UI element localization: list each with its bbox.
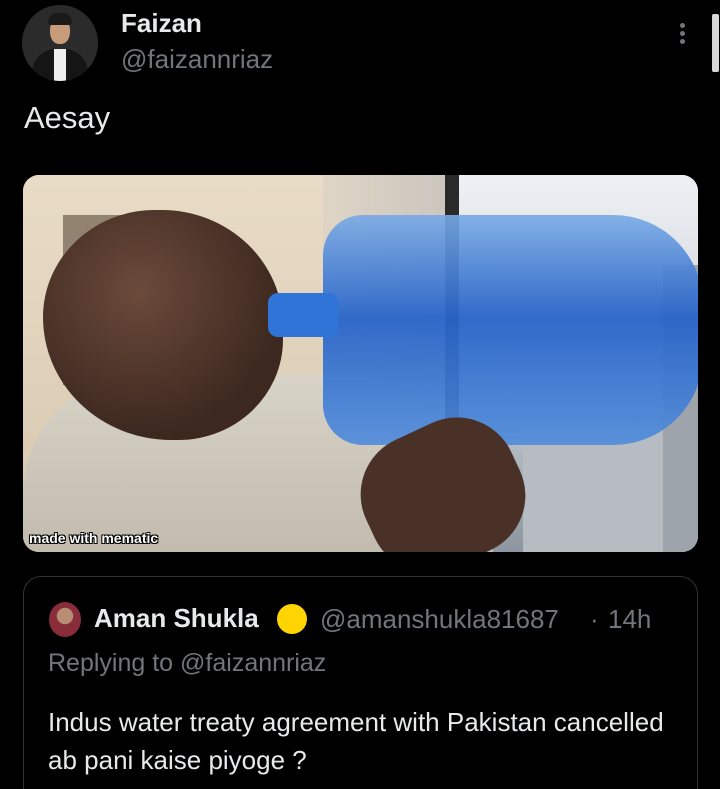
replying-prefix: Replying to — [48, 649, 174, 677]
water-bottle — [323, 215, 698, 445]
tweet-media-image[interactable]: made with mematic — [23, 175, 698, 552]
quoted-author-name[interactable]: Aman Shukla — [94, 603, 259, 634]
quoted-tweet-text: Indus water treaty agreement with Pakist… — [48, 707, 664, 775]
scrollbar[interactable] — [712, 14, 719, 72]
quoted-tweet-time[interactable]: 14h — [608, 604, 651, 635]
replying-to-line: Replying to @faizannriaz — [48, 649, 326, 678]
tweet-header: Faizan @faizannriaz — [0, 0, 720, 90]
media-watermark: made with mematic — [29, 530, 159, 546]
author-avatar[interactable] — [22, 5, 98, 81]
quoted-tweet[interactable]: Aman Shukla @amanshukla81687 · 14h Reply… — [23, 576, 698, 789]
quoted-author-avatar[interactable] — [49, 602, 81, 637]
verified-badge-icon — [277, 604, 307, 634]
quoted-author-handle[interactable]: @amanshukla81687 — [320, 604, 559, 635]
tweet-text: Aesay — [24, 100, 111, 135]
author-handle[interactable]: @faizannriaz — [121, 44, 273, 75]
replying-to-mention[interactable]: @faizannriaz — [180, 649, 326, 677]
separator-dot: · — [590, 604, 599, 634]
author-display-name[interactable]: Faizan — [121, 8, 202, 39]
more-vertical-icon[interactable] — [672, 20, 692, 52]
